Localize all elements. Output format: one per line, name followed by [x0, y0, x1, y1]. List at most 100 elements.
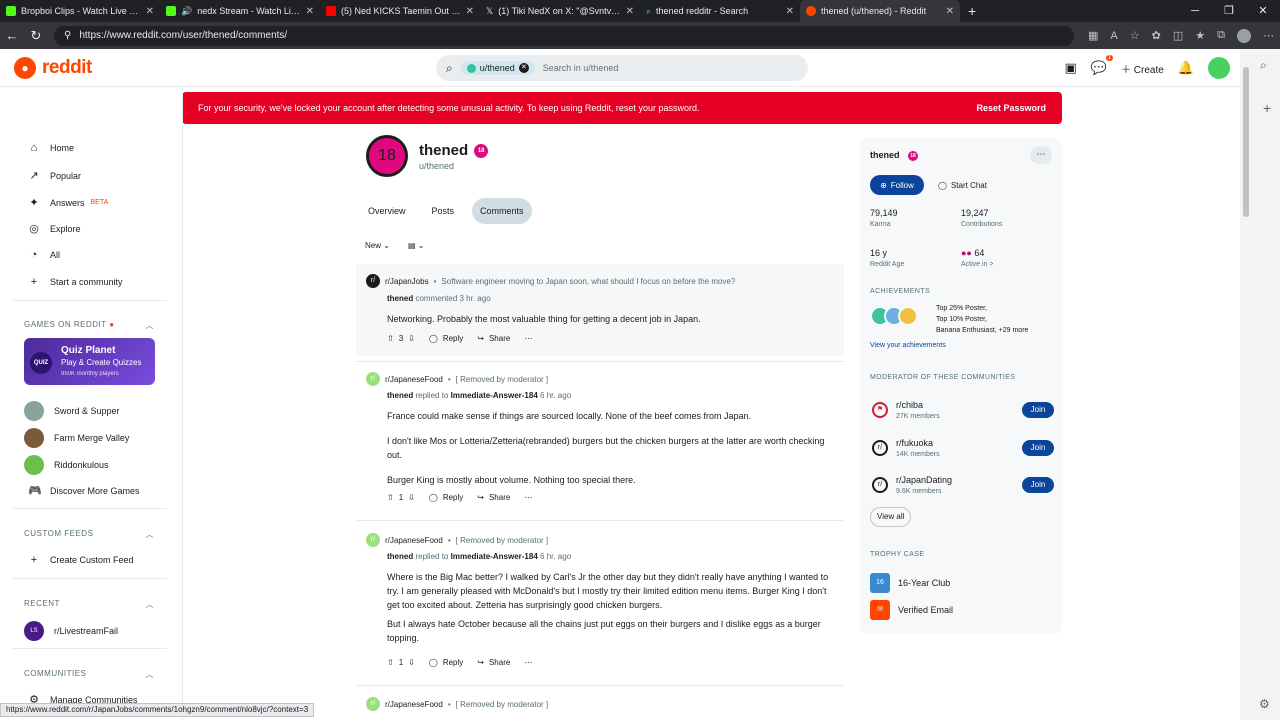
app-icon[interactable]: ▦ — [1088, 29, 1098, 42]
comment-card[interactable]: r/ r/JapaneseFood • [ Removed by moderat… — [356, 362, 844, 514]
active-in-stat[interactable]: ●● 64 Active in > — [961, 248, 994, 268]
comment-author[interactable]: thened — [387, 391, 413, 400]
upvote-icon[interactable]: ⇧ — [387, 658, 394, 667]
communities-header[interactable]: COMMUNITIES ︿ — [24, 669, 154, 680]
downvote-icon[interactable]: ⇩ — [408, 658, 415, 667]
game-item-riddonkulous[interactable]: Riddonkulous — [24, 455, 109, 475]
tab-posts[interactable]: Posts — [424, 198, 463, 224]
join-button[interactable]: Join — [1022, 402, 1054, 418]
close-window-icon[interactable]: ✕ — [1246, 0, 1280, 22]
back-icon[interactable]: ← — [0, 28, 24, 43]
browser-tab-6[interactable]: thened (u/thened) - Reddit ✕ — [800, 0, 960, 22]
share-button[interactable]: ↪ Share — [477, 493, 510, 502]
reply-button[interactable]: ◯ Reply — [429, 334, 463, 343]
bookmark-star-icon[interactable]: ☆ — [1130, 29, 1140, 42]
new-tab-icon[interactable]: + — [968, 3, 976, 19]
create-button[interactable]: ＋ Create — [1121, 61, 1164, 76]
comment-author[interactable]: thened — [387, 552, 413, 561]
subreddit-link[interactable]: r/JapaneseFood — [385, 536, 443, 545]
sort-dropdown[interactable]: New ⌄ — [365, 241, 390, 250]
chevron-up-icon[interactable]: ︿ — [146, 599, 155, 610]
sidebar-item-all[interactable]: ◔ All — [28, 249, 60, 261]
reply-button[interactable]: ◯ Reply — [429, 493, 463, 502]
upvote-icon[interactable]: ⇧ — [387, 493, 394, 502]
settings-gear-icon[interactable]: ⚙ — [1259, 697, 1270, 711]
recent-header[interactable]: RECENT ︿ — [24, 599, 154, 610]
create-custom-feed-link[interactable]: + Create Custom Feed — [28, 554, 134, 566]
join-button[interactable]: Join — [1022, 477, 1054, 493]
start-chat-button[interactable]: ◯ Start Chat — [932, 175, 993, 195]
post-title-link[interactable]: [ Removed by moderator ] — [456, 700, 548, 709]
page-scrollbar[interactable] — [1240, 49, 1280, 720]
tab-overview[interactable]: Overview — [360, 198, 414, 224]
profile-avatar[interactable]: 18 — [366, 135, 408, 177]
search-scope-chip[interactable]: u/thened ✕ — [460, 61, 535, 75]
minimize-icon[interactable]: ─ — [1178, 0, 1212, 22]
view-all-button[interactable]: View all — [870, 507, 912, 527]
tab-close-icon[interactable]: ✕ — [786, 6, 794, 17]
split-screen-icon[interactable]: ◫ — [1173, 29, 1183, 42]
moderated-community-row[interactable]: r/ r/JapanDating 9.6K members Join — [870, 473, 1054, 499]
reload-icon[interactable]: ↻ — [24, 28, 48, 44]
view-achievements-link[interactable]: View your achievements — [870, 342, 946, 349]
reply-target[interactable]: Immediate-Answer-184 — [451, 391, 538, 400]
sidebar-item-answers[interactable]: ✦ Answers BETA — [28, 196, 108, 209]
chevron-up-icon[interactable]: ︿ — [146, 529, 155, 540]
trophy-item[interactable]: 16 16-Year Club — [870, 573, 950, 593]
notification-bell-icon[interactable]: 🔔 — [1178, 60, 1194, 76]
collections-icon[interactable]: ⧉ — [1217, 29, 1225, 42]
sidebar-item-home[interactable]: ⌂ Home — [28, 142, 74, 154]
comment-author[interactable]: thened — [387, 294, 413, 303]
share-button[interactable]: ↪ Share — [477, 658, 510, 667]
browser-tab-1[interactable]: Bropboi Clips - Watch Live on Kic ✕ — [0, 0, 160, 22]
comment-card[interactable]: r/ r/JapanJobs • Software engineer movin… — [356, 264, 844, 356]
more-options-icon[interactable]: ⋯ — [524, 334, 532, 343]
subreddit-link[interactable]: r/JapanJobs — [385, 277, 429, 286]
read-aloud-icon[interactable]: A — [1110, 30, 1117, 42]
recent-item-livestreamfail[interactable]: LS r/LivestreamFail — [24, 621, 118, 641]
browser-tab-3[interactable]: (5) Ned KICKS Taemin Out of Rest ✕ — [320, 0, 480, 22]
advertise-icon[interactable]: ▣ — [1065, 60, 1077, 76]
site-info-icon[interactable]: ⚲ — [64, 30, 71, 41]
post-title-link[interactable]: Software engineer moving to Japan soon, … — [441, 277, 735, 286]
comment-card[interactable]: r/ r/JapaneseFood • [ Removed by moderat… — [356, 523, 844, 683]
more-options-icon[interactable]: ⋯ — [1030, 146, 1052, 164]
sidebar-search-icon[interactable]: ⌕ — [1260, 58, 1267, 73]
downvote-icon[interactable]: ⇩ — [408, 334, 415, 343]
upvote-icon[interactable]: ⇧ — [387, 334, 394, 343]
extensions-icon[interactable]: ✿ — [1152, 29, 1161, 42]
trophy-item[interactable]: ✉ Verified Email — [870, 600, 953, 620]
chat-icon[interactable]: 💬 1 — [1091, 55, 1114, 76]
more-options-icon[interactable]: ⋯ — [524, 493, 532, 502]
game-item-sword-supper[interactable]: Sword & Supper — [24, 401, 120, 421]
subreddit-link[interactable]: r/JapaneseFood — [385, 700, 443, 709]
moderated-community-row[interactable]: ⚑ r/chiba 27K members Join — [870, 398, 1054, 424]
menu-icon[interactable]: ⋯ — [1263, 29, 1274, 42]
tab-close-icon[interactable]: ✕ — [626, 6, 634, 17]
more-options-icon[interactable]: ⋯ — [524, 658, 532, 667]
browser-tab-5[interactable]: ⌕ thened redditr - Search ✕ — [640, 0, 800, 22]
browser-tab-2[interactable]: 🔊 nedx Stream - Watch Live on ✕ — [160, 0, 320, 22]
user-avatar[interactable] — [1208, 57, 1230, 79]
reset-password-button[interactable]: Reset Password — [976, 103, 1046, 113]
moderated-community-row[interactable]: r/ r/fukuoka 14K members Join — [870, 436, 1054, 462]
reply-target[interactable]: Immediate-Answer-184 — [451, 552, 538, 561]
custom-feeds-header[interactable]: CUSTOM FEEDS ︿ — [24, 529, 154, 540]
sidebar-item-start-community[interactable]: + Start a community — [28, 276, 123, 288]
favorites-icon[interactable]: ★ — [1195, 29, 1205, 42]
tab-close-icon[interactable]: ✕ — [466, 6, 474, 17]
speaker-icon[interactable]: 🔊 — [181, 6, 192, 17]
comment-card[interactable]: r/ r/JapaneseFood • [ Removed by moderat… — [356, 688, 844, 720]
chevron-up-icon[interactable]: ︿ — [146, 320, 155, 331]
remove-chip-icon[interactable]: ✕ — [518, 63, 529, 73]
post-title-link[interactable]: [ Removed by moderator ] — [456, 536, 548, 545]
address-bar[interactable]: ⚲ https://www.reddit.com/user/thened/com… — [54, 25, 1074, 46]
scroll-thumb[interactable] — [1243, 67, 1249, 217]
game-item-farm-merge[interactable]: Farm Merge Valley — [24, 428, 129, 448]
maximize-icon[interactable]: ❐ — [1212, 0, 1246, 22]
sidebar-item-explore[interactable]: ◎ Explore — [28, 222, 80, 235]
profile-avatar-icon[interactable] — [1236, 28, 1251, 43]
subreddit-link[interactable]: r/JapaneseFood — [385, 375, 443, 384]
join-button[interactable]: Join — [1022, 440, 1054, 456]
sidebar-add-icon[interactable]: + — [1263, 100, 1271, 116]
